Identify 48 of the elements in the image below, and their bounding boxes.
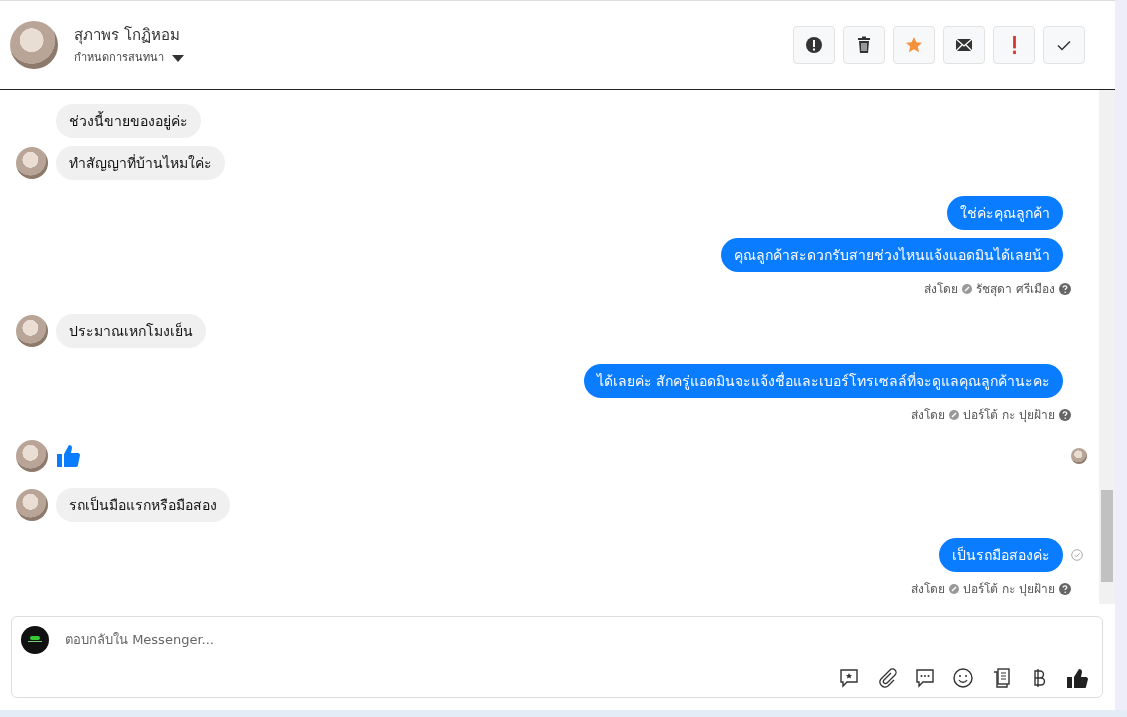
message-bubble: ได้เลยค่ะ สักครู่แอดมินจะแจ้งชื่อและเบอร์โทรเซลล์ที่จะดูแลคุณลูกค้านะคะ	[583, 364, 1063, 398]
sender-name: รัชสุดา ศรีเมือง	[976, 281, 1055, 298]
message-bubble: รถเป็นมือแรกหรือมือสอง	[56, 488, 230, 522]
verified-icon	[949, 584, 960, 594]
star-icon	[905, 36, 923, 54]
sender-name: ปอร์โต้ กะ ปุยฝ้าย	[963, 581, 1055, 598]
help-icon[interactable]	[1059, 283, 1071, 295]
trash-button[interactable]	[843, 26, 885, 64]
conversation-settings-dropdown[interactable]: กำหนดการสนทนา	[74, 50, 184, 67]
thumbs-up-icon[interactable]	[1066, 667, 1088, 689]
verified-icon	[962, 284, 973, 294]
envelope-icon	[955, 36, 973, 54]
sent-by-label: ส่งโดย	[924, 281, 959, 298]
help-icon[interactable]	[1059, 583, 1071, 595]
star-button[interactable]	[893, 26, 935, 64]
sender-avatar	[16, 440, 48, 472]
exclamation-icon	[1012, 36, 1016, 54]
message-bubble: ช่วงนี้ขายของอยู่ค่ะ	[56, 104, 201, 138]
saved-reply-icon[interactable]	[838, 667, 860, 689]
sender-avatar	[16, 489, 48, 521]
sent-by-label: ส่งโดย	[911, 407, 946, 424]
sender-avatar	[16, 315, 48, 347]
sender-name: ปอร์โต้ กะ ปุยฝ้าย	[963, 407, 1055, 424]
sender-avatar	[16, 147, 48, 179]
contact-avatar	[10, 21, 58, 69]
scrollbar[interactable]	[1099, 90, 1115, 604]
chat-bubble-icon[interactable]	[914, 667, 936, 689]
message-bubble: ประมาณเหกโมงเย็น	[56, 314, 206, 348]
contact-name: สุภาพร โกฏิหอม	[74, 24, 181, 46]
thumbs-up-icon	[56, 444, 80, 468]
alert-icon	[805, 36, 823, 54]
verified-icon	[949, 410, 960, 420]
message-bubble: ใช่ค่ะคุณลูกค้า	[947, 196, 1063, 230]
caret-icon	[172, 54, 184, 62]
smiley-icon[interactable]	[952, 667, 974, 689]
help-icon[interactable]	[1059, 409, 1071, 421]
trash-icon	[855, 36, 873, 54]
alert-button[interactable]	[793, 26, 835, 64]
check-button[interactable]	[1043, 26, 1085, 64]
message-bubble: ทำสัญญาที่บ้านไหมใค่ะ	[56, 146, 225, 180]
envelope-button[interactable]	[943, 26, 985, 64]
message-bubble: คุณลูกค้าสะดวกรับสายช่วงไหนแจ้งแอดมินได้เลยน้า	[721, 238, 1063, 272]
exclamation-button[interactable]	[993, 26, 1035, 64]
sent-by-label: ส่งโดย	[911, 581, 946, 598]
reply-field[interactable]: ตอบกลับใน Messenger...	[11, 616, 1103, 698]
page-logo-icon	[21, 626, 49, 654]
message-bubble: เป็นรถมือสองค่ะ	[939, 538, 1063, 572]
paperclip-icon[interactable]	[876, 667, 898, 689]
